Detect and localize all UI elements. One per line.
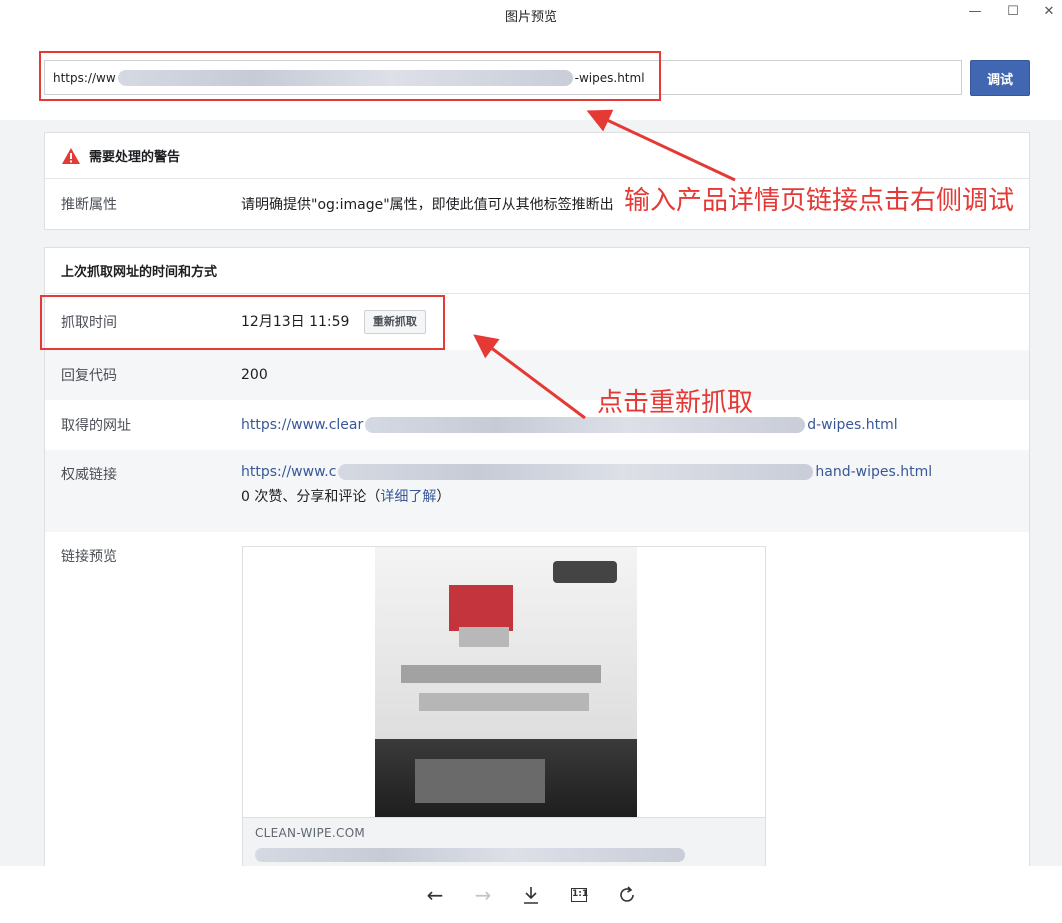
forward-arrow-icon[interactable]: → [468,880,498,910]
image-viewer-toolbar: ← → 1:1 [0,866,1062,923]
actual-size-button[interactable]: 1:1 [564,880,594,910]
annotation-arrows [473,109,736,420]
back-arrow-icon[interactable]: ← [420,880,450,910]
debug-hint-arrow [586,109,736,182]
rotate-icon[interactable] [612,880,642,910]
rescrape-hint-arrow [473,334,586,420]
actual-size-icon: 1:1 [571,888,588,902]
download-icon[interactable] [516,880,546,910]
